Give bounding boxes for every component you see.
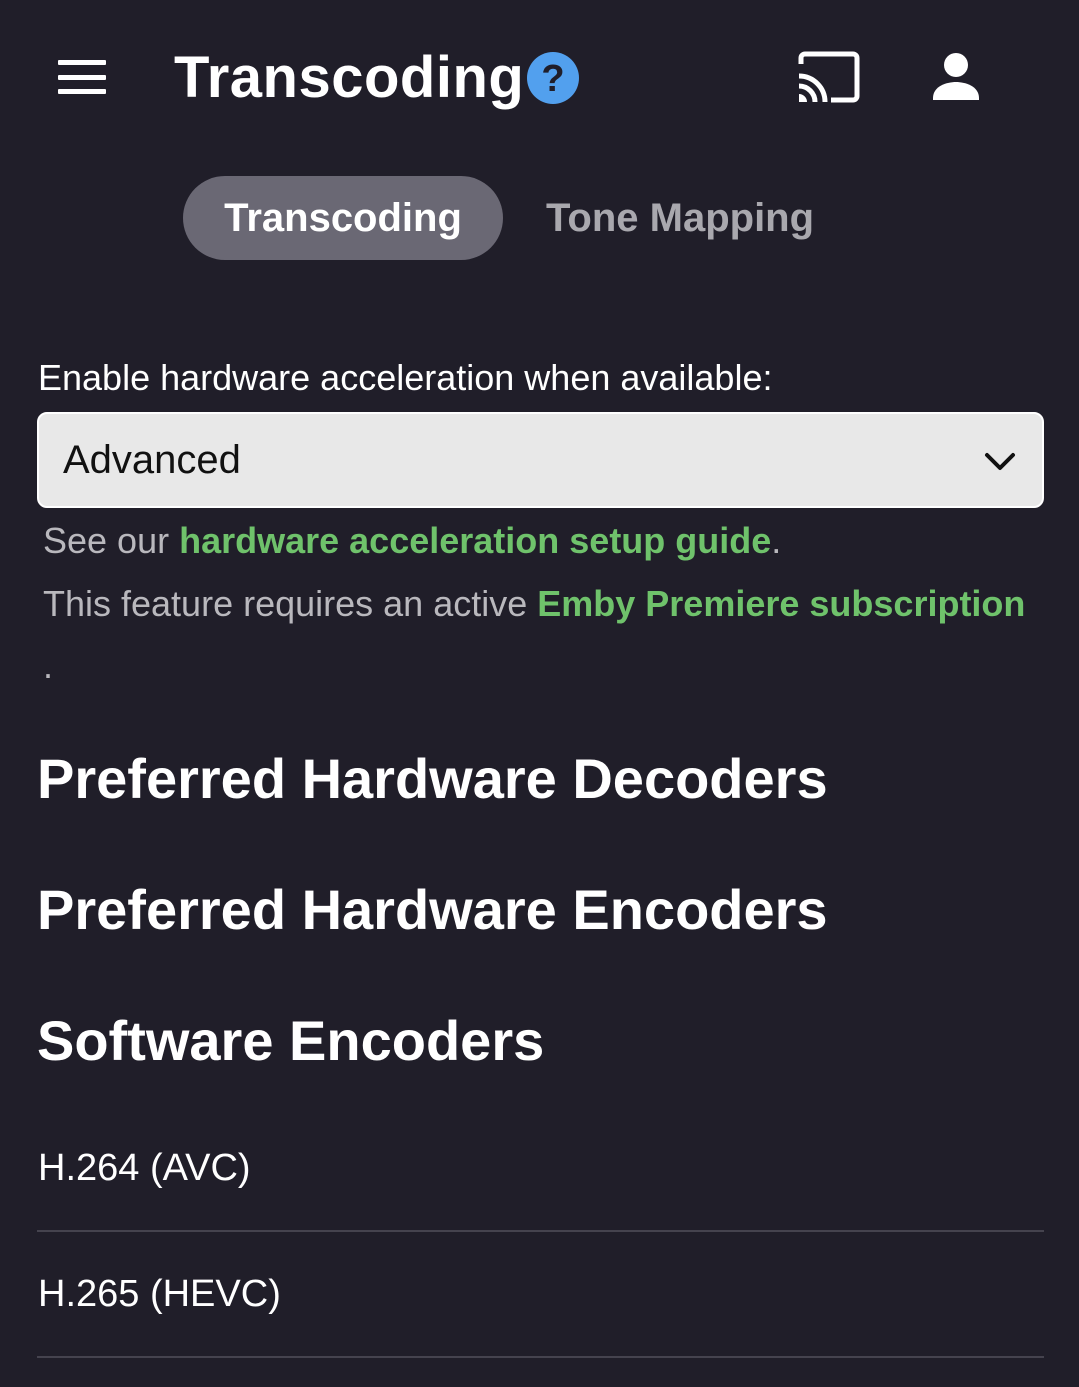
emby-premiere-link[interactable]: Emby Premiere subscription	[537, 583, 1025, 624]
hardware-acceleration-select[interactable]: Advanced	[37, 412, 1044, 508]
tab-tone-mapping[interactable]: Tone Mapping	[520, 176, 840, 260]
software-encoders-heading: Software Encoders	[37, 1009, 545, 1072]
preferred-hardware-encoders-heading: Preferred Hardware Encoders	[37, 878, 828, 941]
list-item-label: H.264 (AVC)	[38, 1147, 251, 1189]
preferred-hardware-decoders-heading: Preferred Hardware Decoders	[37, 747, 828, 810]
page-title: Transcoding	[174, 45, 525, 110]
list-item-label: H.265 (HEVC)	[38, 1273, 281, 1315]
encoder-item-h265[interactable]: H.265 (HEVC)	[37, 1232, 1044, 1358]
setup-guide-text: See our hardware acceleration setup guid…	[43, 520, 782, 561]
tab-transcoding[interactable]: Transcoding	[183, 176, 503, 260]
svg-text:?: ?	[541, 58, 564, 100]
page: Transcoding ? Transcoding Tone Mapping E…	[0, 0, 1079, 1387]
hardware-acceleration-label: Enable hardware acceleration when availa…	[38, 357, 773, 398]
encoder-item-h264[interactable]: H.264 (AVC)	[37, 1106, 1044, 1232]
app-header: Transcoding ?	[0, 0, 1079, 150]
select-value: Advanced	[63, 438, 241, 482]
chevron-down-icon	[985, 453, 1015, 470]
premiere-requirement-text: This feature requires an active Emby Pre…	[43, 583, 1026, 624]
cast-icon[interactable]	[795, 50, 861, 106]
setup-guide-link[interactable]: hardware acceleration setup guide	[179, 520, 771, 561]
user-icon[interactable]	[928, 50, 984, 106]
premiere-suffix: .	[43, 645, 54, 686]
hamburger-menu-icon[interactable]	[54, 52, 110, 102]
help-icon[interactable]: ?	[526, 51, 580, 105]
